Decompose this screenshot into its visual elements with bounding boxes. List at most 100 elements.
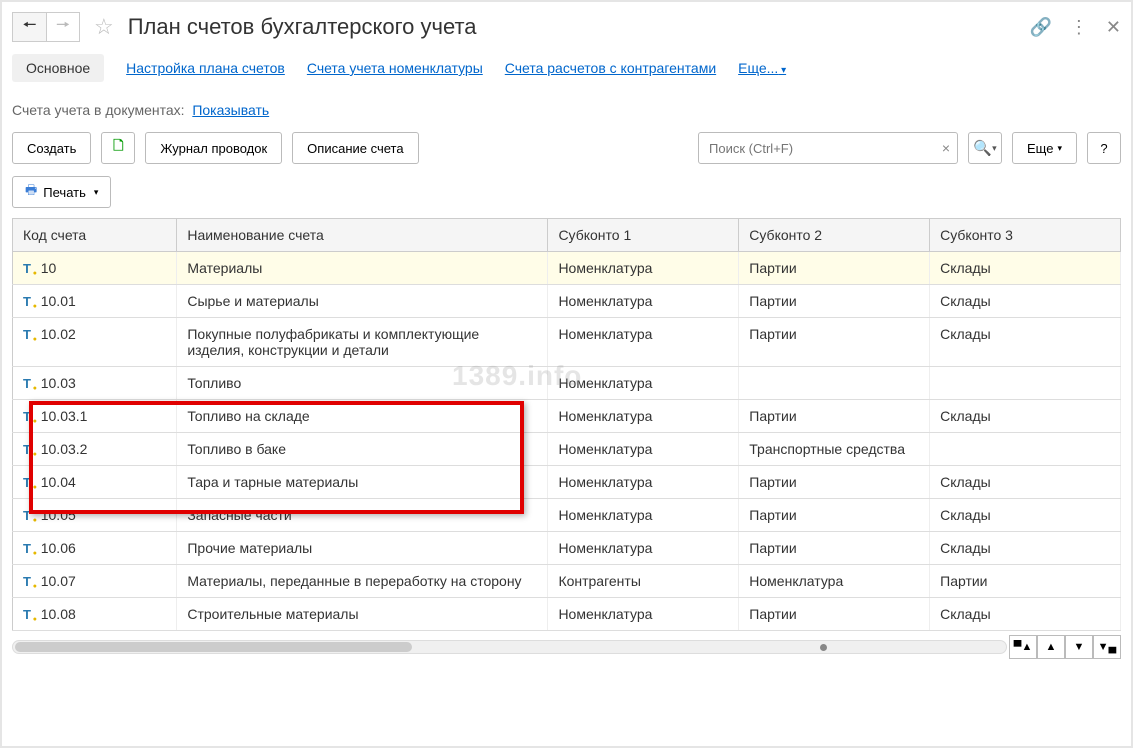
account-icon: Т (23, 294, 31, 309)
cell-sub2: Партии (739, 499, 930, 532)
col-name-header[interactable]: Наименование счета (177, 219, 548, 252)
table-row[interactable]: Т 10МатериалыНоменклатураПартииСклады (13, 252, 1121, 285)
scrollbar-marker (820, 644, 827, 651)
horizontal-scrollbar[interactable] (12, 640, 1007, 654)
account-icon: Т (23, 327, 31, 342)
cell-sub2: Транспортные средства (739, 433, 930, 466)
link-icon[interactable]: 🔗 (1029, 17, 1051, 38)
favorite-star-icon[interactable]: ☆ (94, 14, 114, 40)
tab-main[interactable]: Основное (12, 54, 104, 82)
cell-name: Материалы, переданные в переработку на с… (177, 565, 548, 598)
cell-sub3: Склады (930, 499, 1121, 532)
description-button[interactable]: Описание счета (292, 132, 418, 164)
journal-button[interactable]: Журнал проводок (145, 132, 282, 164)
tab-nomenclature[interactable]: Счета учета номенклатуры (307, 60, 483, 76)
cell-code: 10.07 (41, 573, 76, 589)
cell-sub1: Номенклатура (548, 598, 739, 631)
cell-sub2: Партии (739, 285, 930, 318)
cell-name: Строительные материалы (177, 598, 548, 631)
docs-show-link[interactable]: Показывать (192, 102, 269, 118)
cell-code: 10.03.1 (41, 408, 88, 424)
cell-code: 10.03.2 (41, 441, 88, 457)
create-copy-button[interactable]: 🗋 (101, 132, 135, 164)
cell-name: Запасные части (177, 499, 548, 532)
scroll-up-button[interactable]: ▲ (1037, 635, 1065, 659)
cell-name: Тара и тарные материалы (177, 466, 548, 499)
cell-sub3: Склады (930, 466, 1121, 499)
search-button[interactable]: 🔍 (968, 132, 1002, 164)
tab-more[interactable]: Еще... (738, 60, 786, 76)
scroll-top-button[interactable]: ▀▲ (1009, 635, 1037, 659)
table-row[interactable]: Т 10.05 Запасные частиНоменклатураПартииС… (13, 499, 1121, 532)
cell-code: 10.08 (41, 606, 76, 622)
cell-sub1: Номенклатура (548, 499, 739, 532)
create-button[interactable]: Создать (12, 132, 91, 164)
cell-sub2: Партии (739, 318, 930, 367)
cell-sub1: Номенклатура (548, 466, 739, 499)
cell-name: Топливо на складе (177, 400, 548, 433)
cell-sub2: Партии (739, 400, 930, 433)
cell-sub1: Номенклатура (548, 252, 739, 285)
kebab-menu-icon[interactable]: ⋮ (1070, 17, 1088, 38)
col-code-header[interactable]: Код счета (13, 219, 177, 252)
table-row[interactable]: Т 10.06Прочие материалыНоменклатураПарти… (13, 532, 1121, 565)
cell-sub3 (930, 433, 1121, 466)
add-document-icon: 🗋 (113, 137, 123, 159)
table-row[interactable]: Т 10.03ТопливоНоменклатура (13, 367, 1121, 400)
search-clear-icon[interactable]: × (942, 140, 950, 156)
cell-sub1: Номенклатура (548, 318, 739, 367)
cell-sub1: Номенклатура (548, 532, 739, 565)
cell-sub2: Номенклатура (739, 565, 930, 598)
table-row[interactable]: Т 10.03.1 Топливо на складеНоменклатураПа… (13, 400, 1121, 433)
search-input[interactable] (698, 132, 958, 164)
col-sub2-header[interactable]: Субконто 2 (739, 219, 930, 252)
cell-sub1: Номенклатура (548, 400, 739, 433)
cell-sub2: Партии (739, 532, 930, 565)
close-icon[interactable]: ✕ (1106, 17, 1121, 38)
cell-name: Прочие материалы (177, 532, 548, 565)
col-sub3-header[interactable]: Субконто 3 (930, 219, 1121, 252)
cell-sub3: Склады (930, 285, 1121, 318)
cell-name: Покупные полуфабрикаты и комплектующие и… (177, 318, 548, 367)
account-icon: Т (23, 409, 31, 424)
scroll-bottom-button[interactable]: ▼▄ (1093, 635, 1121, 659)
cell-sub3: Склады (930, 252, 1121, 285)
table-row[interactable]: Т 10.03.2Топливо в бакеНоменклатураТранс… (13, 433, 1121, 466)
cell-name: Топливо (177, 367, 548, 400)
help-button[interactable]: ? (1087, 132, 1121, 164)
cell-sub1: Номенклатура (548, 367, 739, 400)
more-button[interactable]: Еще (1012, 132, 1077, 164)
cell-sub3 (930, 367, 1121, 400)
print-button[interactable]: 🖶 Печать (12, 176, 111, 208)
page-title: План счетов бухгалтерского учета (128, 14, 1022, 40)
table-row[interactable]: Т 10.01 Сырье и материалыНоменклатураПарт… (13, 285, 1121, 318)
accounts-table: Код счета Наименование счета Субконто 1 … (12, 218, 1121, 631)
cell-sub1: Контрагенты (548, 565, 739, 598)
cell-sub1: Номенклатура (548, 285, 739, 318)
account-icon: Т (23, 574, 31, 589)
forward-button[interactable]: 🠖 (46, 12, 80, 42)
tab-counterparties[interactable]: Счета расчетов с контрагентами (505, 60, 716, 76)
cell-code: 10 (41, 260, 57, 276)
cell-name: Сырье и материалы (177, 285, 548, 318)
cell-name: Материалы (177, 252, 548, 285)
cell-sub1: Номенклатура (548, 433, 739, 466)
printer-icon: 🖶 (25, 181, 37, 203)
cell-code: 10.01 (41, 293, 76, 309)
cell-code: 10.05 (41, 507, 76, 523)
account-icon: Т (23, 541, 31, 556)
table-row[interactable]: Т 10.07 Материалы, переданные в переработ… (13, 565, 1121, 598)
scrollbar-thumb[interactable] (15, 642, 412, 652)
tab-setup[interactable]: Настройка плана счетов (126, 60, 285, 76)
table-row[interactable]: Т 10.04Тара и тарные материалыНоменклату… (13, 466, 1121, 499)
table-row[interactable]: Т 10.08Строительные материалыНоменклатур… (13, 598, 1121, 631)
scroll-down-button[interactable]: ▼ (1065, 635, 1093, 659)
account-icon: Т (23, 261, 31, 276)
table-row[interactable]: Т 10.02Покупные полуфабрикаты и комплект… (13, 318, 1121, 367)
cell-sub3: Склады (930, 400, 1121, 433)
cell-sub3: Склады (930, 532, 1121, 565)
back-button[interactable]: 🠔 (12, 12, 46, 42)
col-sub1-header[interactable]: Субконто 1 (548, 219, 739, 252)
print-label: Печать (43, 185, 86, 200)
account-icon: Т (23, 508, 31, 523)
